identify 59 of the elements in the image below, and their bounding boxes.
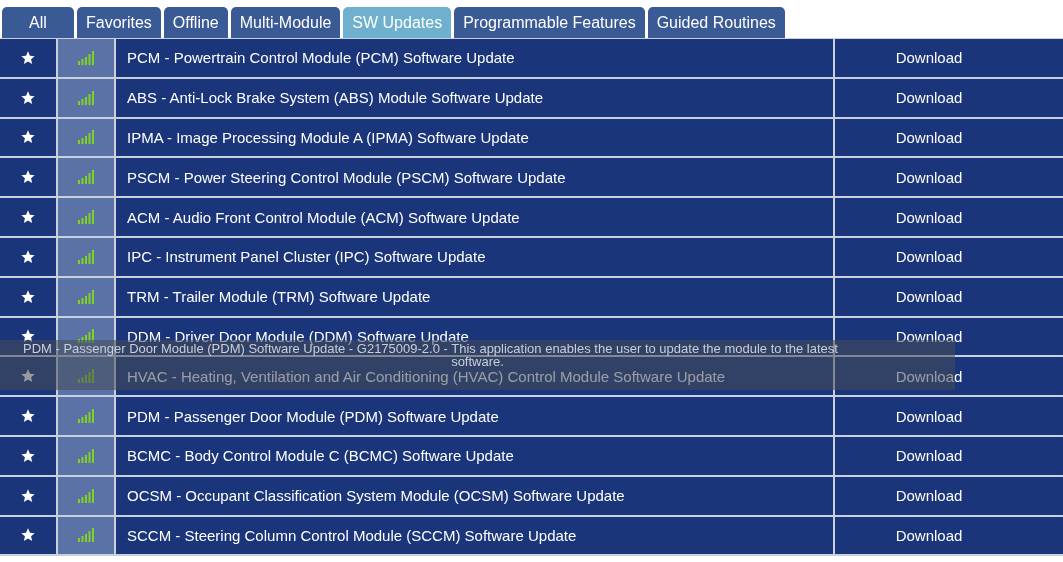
- signal-bars-icon: [77, 409, 95, 424]
- module-name[interactable]: IPC - Instrument Panel Cluster (IPC) Software Update: [127, 248, 486, 266]
- module-name[interactable]: OCSM - Occupant Classification System Module (OCSM) Software Update: [127, 487, 625, 505]
- star-icon[interactable]: [20, 368, 36, 385]
- star-icon[interactable]: [20, 487, 36, 504]
- module-name[interactable]: SCCM - Steering Column Control Module (SCCM) Software Update: [127, 526, 577, 544]
- signal-bars-icon: [77, 528, 95, 543]
- download-link[interactable]: Download: [895, 288, 963, 306]
- download-link[interactable]: Download: [895, 327, 963, 345]
- download-link[interactable]: Download: [895, 89, 963, 107]
- download-link[interactable]: Download: [895, 367, 963, 385]
- module-name[interactable]: PSCM - Power Steering Control Module (PSCM) Software Update: [127, 168, 566, 186]
- download-link[interactable]: Download: [895, 526, 963, 544]
- download-link[interactable]: Download: [895, 49, 963, 67]
- signal-bars-icon: [77, 170, 95, 185]
- star-icon[interactable]: [20, 408, 36, 425]
- download-link[interactable]: Download: [895, 208, 963, 226]
- star-icon[interactable]: [20, 248, 36, 265]
- star-icon[interactable]: [20, 328, 36, 345]
- star-icon[interactable]: [20, 169, 36, 186]
- star-icon[interactable]: [20, 527, 36, 544]
- module-name[interactable]: TRM - Trailer Module (TRM) Software Update: [127, 288, 431, 306]
- star-icon[interactable]: [20, 129, 36, 146]
- download-link[interactable]: Download: [895, 487, 963, 505]
- star-icon[interactable]: [20, 89, 36, 106]
- signal-bars-icon: [77, 289, 95, 304]
- module-name[interactable]: HVAC - Heating, Ventilation and Air Conditioning (HVAC) Control Module Software Update: [127, 367, 726, 385]
- tooltip-text: software.: [451, 355, 504, 368]
- signal-bars-icon: [77, 50, 95, 65]
- module-name[interactable]: BCMC - Body Control Module C (BCMC) Software Update: [127, 447, 514, 465]
- signal-bars-icon: [77, 210, 95, 225]
- signal-bars-icon: [77, 329, 95, 344]
- download-link[interactable]: Download: [895, 248, 963, 266]
- star-icon[interactable]: [20, 209, 36, 226]
- star-icon[interactable]: [20, 49, 36, 66]
- module-name[interactable]: PDM - Passenger Door Module (PDM) Software Update: [127, 407, 499, 425]
- signal-bars-icon: [77, 249, 95, 264]
- signal-bars-icon: [77, 369, 95, 384]
- tab[interactable]: Guided Routines: [647, 7, 785, 38]
- signal-bars-icon: [77, 488, 95, 503]
- tab[interactable]: Offline: [163, 7, 228, 38]
- star-icon[interactable]: [20, 288, 36, 305]
- module-name[interactable]: DDM - Driver Door Module (DDM) Software Update: [127, 327, 469, 345]
- star-icon[interactable]: [20, 447, 36, 464]
- tab[interactable]: Programmable Features: [454, 7, 645, 38]
- download-link[interactable]: Download: [895, 407, 963, 425]
- module-name[interactable]: PCM - Powertrain Control Module (PCM) Software Update: [127, 49, 515, 67]
- signal-bars-icon: [77, 90, 95, 105]
- tab[interactable]: All: [2, 7, 74, 38]
- module-name[interactable]: ACM - Audio Front Control Module (ACM) Software Update: [127, 208, 520, 226]
- signal-bars-icon: [77, 448, 95, 463]
- module-name[interactable]: IPMA - Image Processing Module A (IPMA) Software Update: [127, 129, 529, 146]
- download-link[interactable]: Download: [895, 168, 963, 186]
- module-name[interactable]: ABS - Anti-Lock Brake System (ABS) Module Software Update: [127, 89, 543, 107]
- signal-bars-icon: [77, 130, 95, 145]
- tab[interactable]: Multi-Module: [230, 7, 341, 38]
- download-link[interactable]: Download: [895, 129, 963, 146]
- tab[interactable]: Favorites: [77, 7, 161, 38]
- download-link[interactable]: Download: [895, 447, 963, 465]
